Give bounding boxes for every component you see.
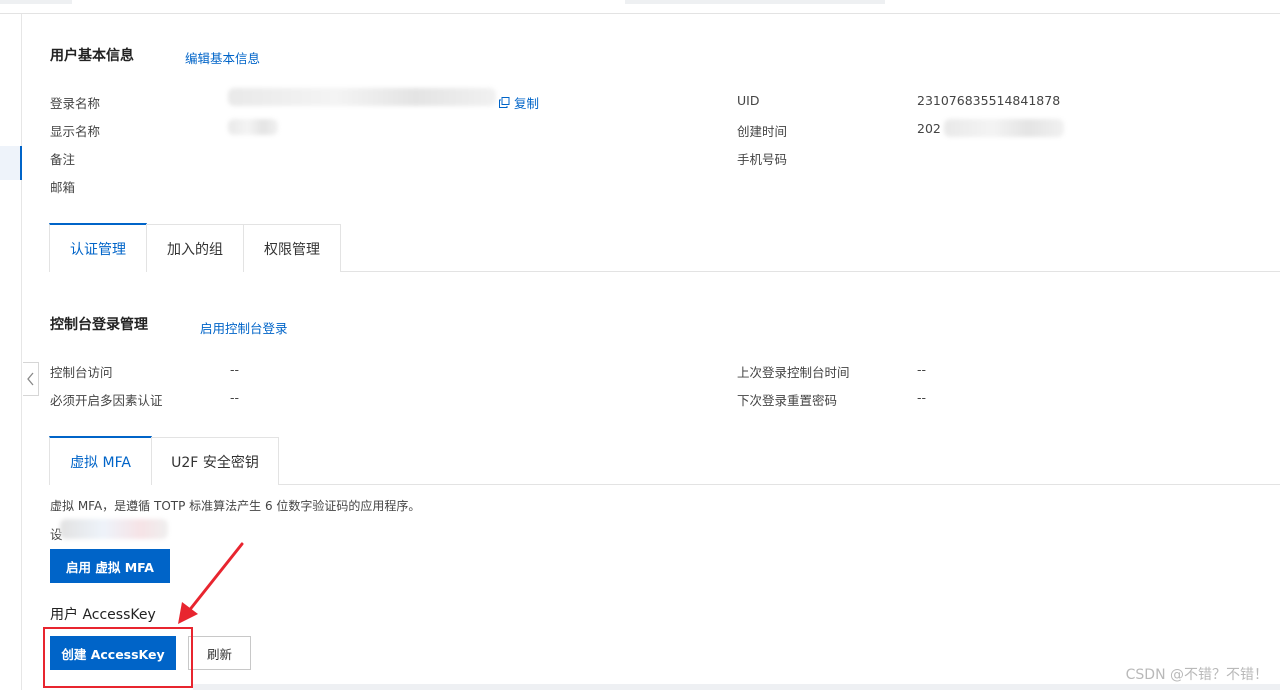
copy-label: 复制 [514, 96, 540, 111]
copy-button[interactable]: 复制 [499, 93, 539, 112]
accesskey-title: 用户 AccessKey [50, 607, 156, 623]
created-time-value: 202 [917, 121, 941, 136]
basic-info-title: 用户基本信息 [50, 48, 134, 64]
top-bar [0, 0, 1280, 14]
edit-basic-info-link[interactable]: 编辑基本信息 [185, 48, 260, 67]
tab-permission-management[interactable]: 权限管理 [243, 224, 341, 272]
phone-label: 手机号码 [737, 152, 788, 167]
tab-u2f-key[interactable]: U2F 安全密钥 [151, 437, 279, 485]
red-arrow-annotation [178, 542, 244, 624]
tab-virtual-mfa[interactable]: 虚拟 MFA [49, 436, 152, 485]
bottom-bar [193, 684, 1280, 690]
enable-virtual-mfa-button[interactable]: 启用 虚拟 MFA [50, 549, 170, 583]
top-bar-segment [625, 0, 885, 4]
left-nav-active-item[interactable] [0, 146, 22, 180]
chevron-left-icon [26, 372, 33, 386]
created-time-redacted [944, 119, 1064, 137]
mfa-tab-bar: 虚拟 MFA U2F 安全密钥 [49, 436, 1280, 485]
uid-label: UID [737, 93, 760, 108]
uid-value: 231076835514841878 [917, 93, 1061, 108]
display-name-value-redacted [228, 119, 278, 135]
left-nav-strip [0, 14, 22, 690]
refresh-button[interactable]: 刷新 [188, 636, 251, 670]
tab-auth-management[interactable]: 认证管理 [49, 223, 147, 272]
login-name-value-redacted [228, 88, 496, 106]
highlight-box [43, 627, 193, 688]
mfa-required-value: -- [230, 390, 240, 405]
virtual-mfa-description: 虚拟 MFA，是遵循 TOTP 标准算法产生 6 位数字验证码的应用程序。 [50, 499, 421, 513]
reset-password-value: -- [917, 390, 927, 405]
last-login-value: -- [917, 362, 927, 377]
console-access-label: 控制台访问 [50, 365, 113, 380]
mfa-required-label: 必须开启多因素认证 [50, 393, 163, 408]
remark-label: 备注 [50, 152, 76, 167]
copy-icon [499, 97, 510, 108]
display-name-label: 显示名称 [50, 124, 101, 139]
top-bar-segment [0, 0, 72, 4]
tab-joined-groups[interactable]: 加入的组 [146, 224, 244, 272]
console-access-value: -- [230, 362, 240, 377]
email-label: 邮箱 [50, 180, 76, 195]
main-tab-bar: 认证管理 加入的组 权限管理 [49, 223, 1280, 272]
mfa-status-redacted [60, 519, 168, 539]
reset-password-label: 下次登录重置密码 [737, 393, 838, 408]
login-name-label: 登录名称 [50, 96, 101, 111]
sidebar-collapse-button[interactable] [23, 362, 39, 396]
created-time-label: 创建时间 [737, 124, 788, 139]
console-login-title: 控制台登录管理 [50, 317, 148, 333]
last-login-label: 上次登录控制台时间 [737, 365, 850, 380]
watermark: CSDN @不错？不错！ [1125, 667, 1268, 683]
enable-console-login-link[interactable]: 启用控制台登录 [200, 318, 288, 337]
